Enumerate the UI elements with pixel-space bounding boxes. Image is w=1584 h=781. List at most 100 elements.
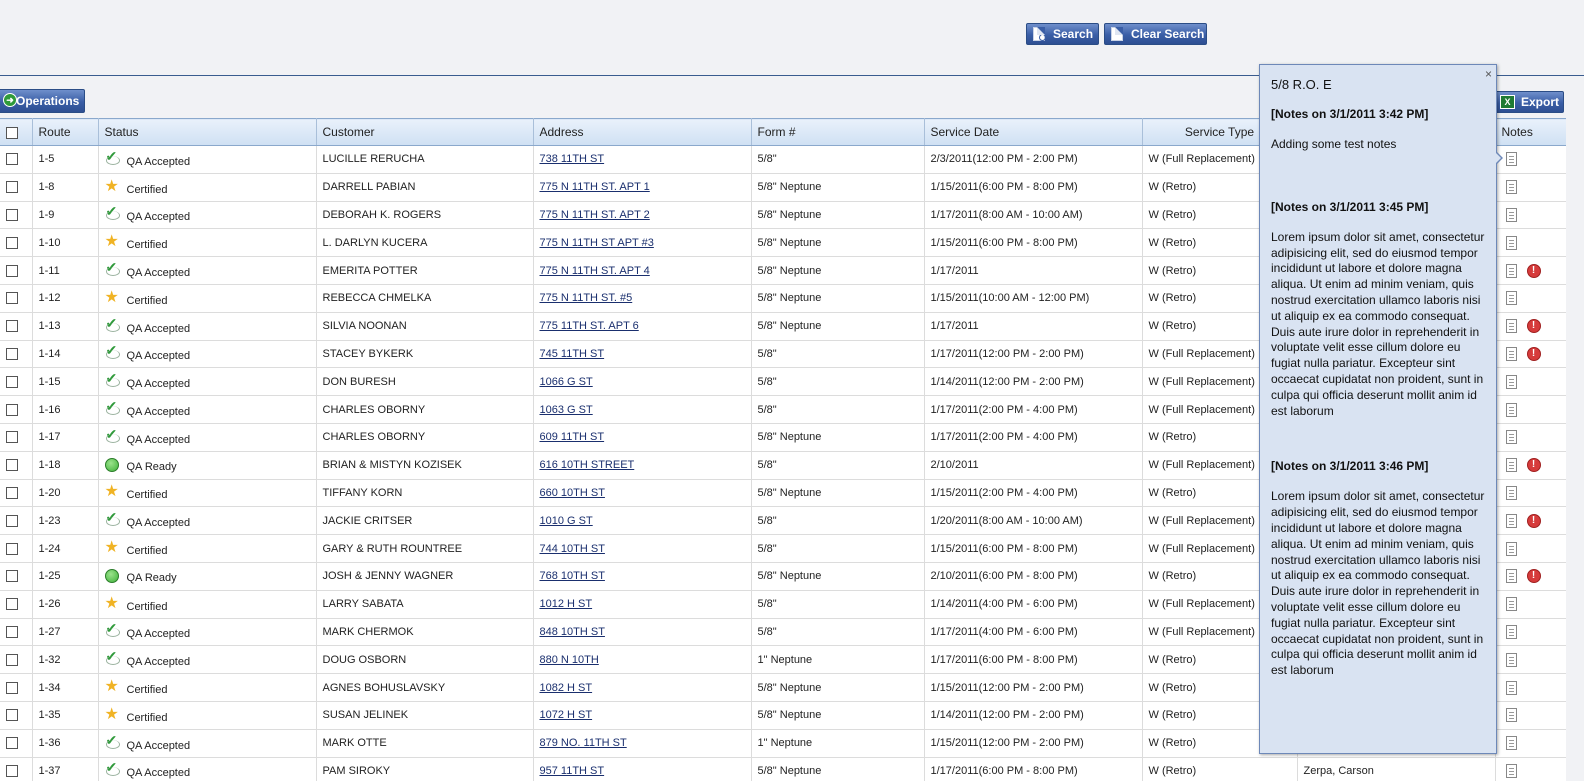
alert-icon[interactable]: ! <box>1526 319 1541 334</box>
alert-icon[interactable]: ! <box>1526 513 1541 528</box>
address-link[interactable]: 848 10TH ST <box>540 626 605 638</box>
row-checkbox[interactable] <box>6 625 18 638</box>
note-heading: [Notes on 3/1/2011 3:45 PM] <box>1271 199 1429 214</box>
close-icon[interactable]: × <box>1485 67 1492 81</box>
notes-icon[interactable] <box>1505 319 1517 334</box>
address-link[interactable]: 744 10TH ST <box>540 543 605 555</box>
address-link[interactable]: 745 11TH ST <box>540 348 605 360</box>
notes-icon[interactable] <box>1505 458 1517 473</box>
row-checkbox[interactable] <box>6 264 18 277</box>
address-cell: 745 11TH ST <box>533 340 752 369</box>
notes-icon[interactable] <box>1505 763 1517 778</box>
address-link[interactable]: 1066 G ST <box>540 376 593 388</box>
alert-icon[interactable]: ! <box>1526 569 1541 584</box>
address-link[interactable]: 879 NO. 11TH ST <box>540 737 627 749</box>
row-checkbox[interactable] <box>6 681 18 694</box>
notes-icon[interactable] <box>1505 430 1517 445</box>
row-checkbox[interactable] <box>6 459 18 472</box>
row-checkbox[interactable] <box>6 181 18 194</box>
address-link[interactable]: 1072 H ST <box>540 709 593 721</box>
column-header-service-date[interactable]: Service Date <box>924 118 1143 146</box>
address-link[interactable]: 957 11TH ST <box>540 765 605 777</box>
address-link[interactable]: 609 11TH ST <box>540 431 605 443</box>
note-body: Lorem ipsum dolor sit amet, consectetur … <box>1271 229 1485 418</box>
column-header-customer[interactable]: Customer <box>316 118 534 146</box>
address-link[interactable]: 775 N 11TH ST. APT 4 <box>540 265 650 277</box>
customer-cell: LARRY SABATA <box>316 590 534 619</box>
address-link[interactable]: 775 11TH ST. APT 6 <box>540 320 639 332</box>
notes-icon[interactable] <box>1505 569 1517 584</box>
column-header-route[interactable]: Route <box>32 118 99 146</box>
notes-icon[interactable] <box>1505 263 1517 278</box>
notes-icon[interactable] <box>1505 346 1517 361</box>
select-all-checkbox[interactable] <box>6 126 18 139</box>
notes-icon[interactable] <box>1505 680 1517 695</box>
address-link[interactable]: 1063 G ST <box>540 404 593 416</box>
row-checkbox[interactable] <box>6 153 18 166</box>
row-checkbox[interactable] <box>6 431 18 444</box>
form-cell: 1" Neptune <box>751 645 925 675</box>
row-checkbox[interactable] <box>6 764 18 777</box>
address-link[interactable]: 768 10TH ST <box>540 570 605 582</box>
notes-icon[interactable] <box>1505 652 1517 667</box>
row-checkbox[interactable] <box>6 737 18 750</box>
alert-icon[interactable]: ! <box>1526 346 1541 361</box>
row-checkbox[interactable] <box>6 487 18 499</box>
row-checkbox[interactable] <box>6 403 18 416</box>
notes-icon[interactable] <box>1505 180 1517 195</box>
operations-button[interactable]: ➜ Operations <box>0 89 85 113</box>
export-button[interactable]: X Export <box>1494 91 1564 113</box>
alert-icon[interactable]: ! <box>1526 458 1541 473</box>
status-cell: QA Accepted <box>98 367 317 397</box>
row-checkbox[interactable] <box>6 542 18 555</box>
notes-icon[interactable] <box>1505 624 1517 639</box>
address-link[interactable]: 1012 H ST <box>540 598 593 610</box>
notes-icon[interactable] <box>1505 374 1517 389</box>
notes-icon[interactable] <box>1505 513 1517 528</box>
row-checkbox[interactable] <box>6 598 18 611</box>
address-link[interactable]: 616 10TH STREET <box>540 459 635 471</box>
address-link[interactable]: 775 N 11TH ST. APT 2 <box>540 209 650 221</box>
column-header-form[interactable]: Form # <box>751 118 925 146</box>
address-link[interactable]: 660 10TH ST <box>540 487 605 499</box>
column-header-address[interactable]: Address <box>533 118 752 146</box>
row-checkbox[interactable] <box>6 320 18 333</box>
notes-icon[interactable] <box>1505 597 1517 612</box>
column-header-notes[interactable]: Notes <box>1495 118 1566 146</box>
status-text: Certified <box>126 684 168 697</box>
alert-icon[interactable]: ! <box>1526 263 1541 278</box>
row-checkbox[interactable] <box>6 653 18 666</box>
address-link[interactable]: 880 N 10TH <box>540 654 599 666</box>
row-checkbox[interactable] <box>6 236 18 249</box>
row-checkbox[interactable] <box>6 375 18 388</box>
notes-icon[interactable] <box>1505 485 1517 500</box>
notes-icon[interactable] <box>1505 708 1517 723</box>
row-checkbox[interactable] <box>6 209 18 222</box>
row-checkbox[interactable] <box>6 348 18 361</box>
note-body: Lorem ipsum dolor sit amet, consectetur … <box>1271 489 1485 678</box>
notes-icon[interactable] <box>1505 235 1517 250</box>
notes-icon[interactable] <box>1505 402 1517 417</box>
customer-cell: DARRELL PABIAN <box>316 173 534 202</box>
notes-icon[interactable] <box>1505 207 1517 222</box>
notes-icon[interactable] <box>1505 152 1517 167</box>
address-link[interactable]: 775 N 11TH ST. #5 <box>540 292 633 304</box>
address-link[interactable]: 1082 H ST <box>540 682 593 694</box>
address-link[interactable]: 775 N 11TH ST APT #3 <box>540 237 654 249</box>
status-cell: Certified <box>98 534 317 563</box>
row-checkbox[interactable] <box>6 292 18 305</box>
address-link[interactable]: 775 N 11TH ST. APT 1 <box>540 181 650 193</box>
clear-search-button[interactable]: Clear Search <box>1104 23 1207 45</box>
table-row[interactable]: 1-37 QA Accepted PAM SIROKY 957 11TH ST 5/8"… <box>0 757 1566 781</box>
search-button[interactable]: Search <box>1026 23 1099 45</box>
column-header-status[interactable]: Status <box>98 118 317 146</box>
address-link[interactable]: 738 11TH ST <box>540 153 605 165</box>
address-link[interactable]: 1010 G ST <box>540 515 593 527</box>
notes-icon[interactable] <box>1505 291 1517 306</box>
row-checkbox[interactable] <box>6 514 18 527</box>
notes-icon[interactable] <box>1505 736 1517 751</box>
notes-icon[interactable] <box>1505 541 1517 556</box>
row-checkbox[interactable] <box>6 570 18 583</box>
row-checkbox[interactable] <box>6 709 18 722</box>
notes-cell <box>1495 395 1566 424</box>
